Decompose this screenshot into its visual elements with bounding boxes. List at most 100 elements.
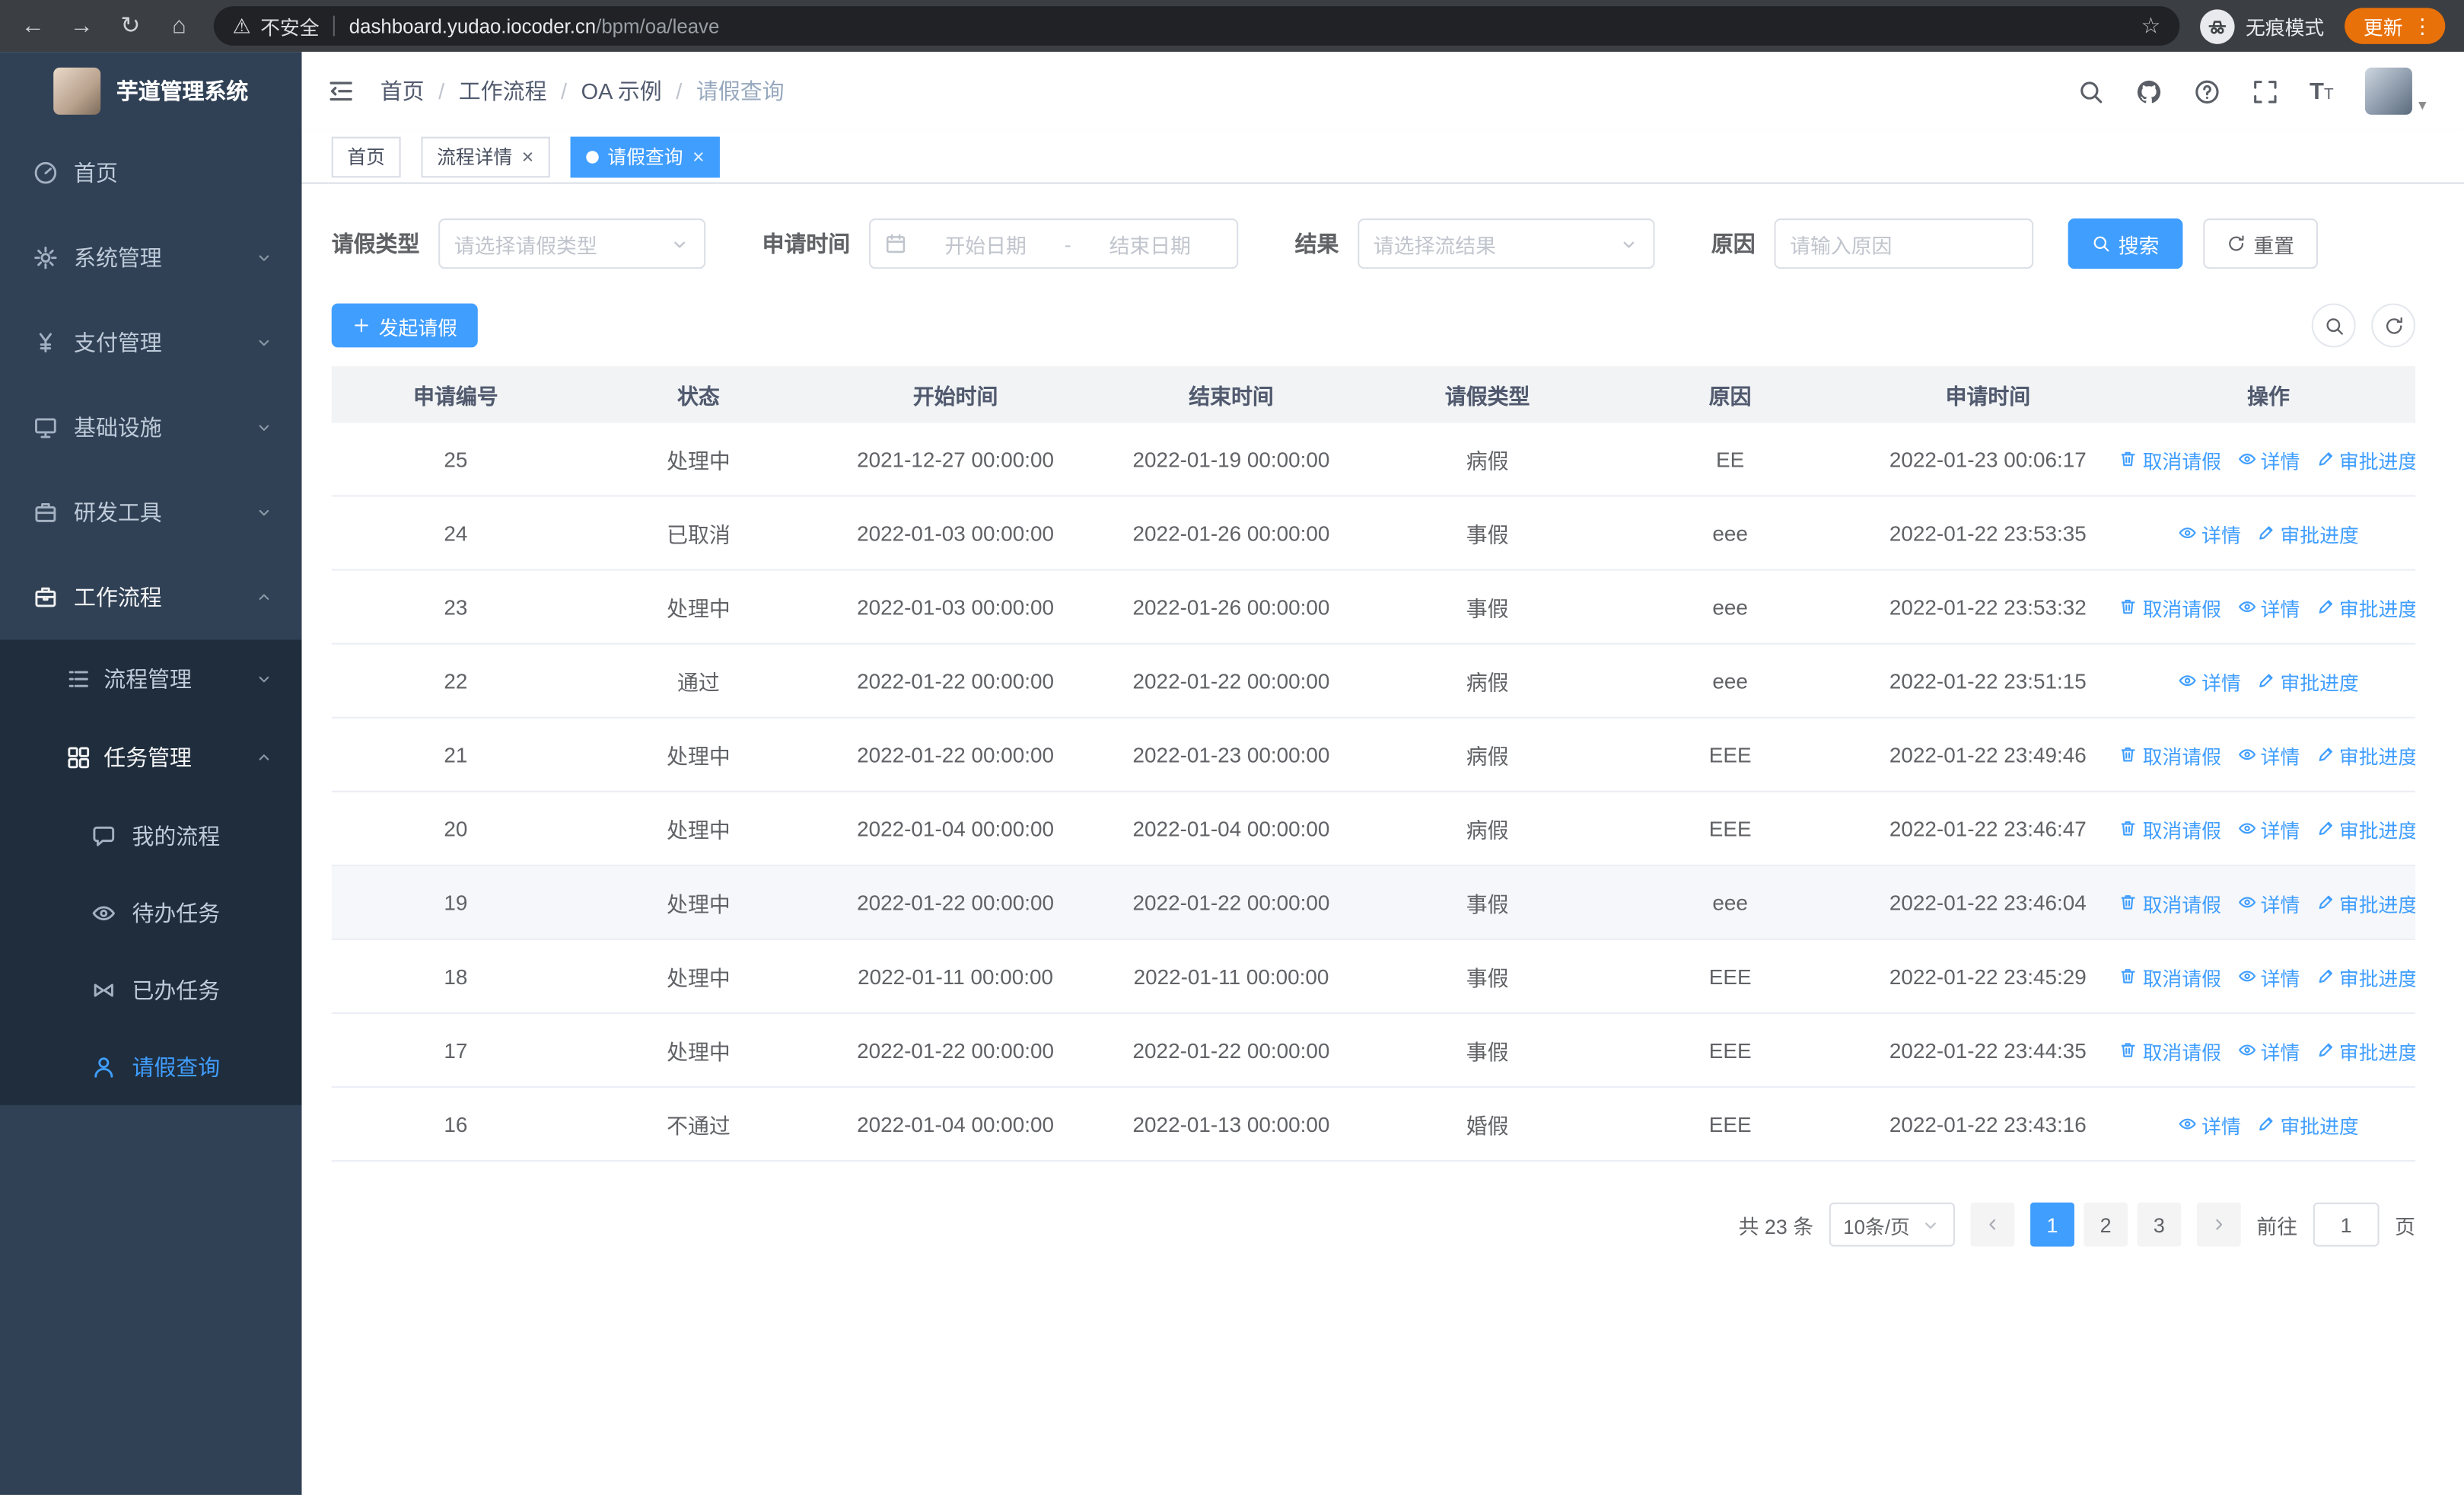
help-icon[interactable] [2193,78,2220,104]
leave-type-select[interactable]: 请选择请假类型 [438,218,706,269]
cell-status: 处理中 [667,744,731,769]
view-tab-1[interactable]: 流程详情 × [421,135,550,177]
cancel-leave-link[interactable]: 取消请假 [2121,814,2221,843]
eye-icon [91,900,116,925]
create-leave-label: 发起请假 [378,317,457,339]
top-navbar: 首页 / 工作流程 / OA 示例 / 请假查询 TT ▾ [301,52,2464,131]
sidebar-toggle-icon[interactable] [327,77,355,105]
detail-link[interactable]: 详情 [2237,444,2300,473]
toggle-search-icon[interactable] [2311,303,2356,348]
view-tab-0[interactable]: 首页 [331,135,401,177]
progress-link[interactable]: 审批进度 [2316,1035,2415,1065]
progress-link[interactable]: 审批进度 [2256,1109,2359,1139]
edit-icon [2316,819,2335,838]
progress-link[interactable]: 审批进度 [2256,518,2359,547]
user-menu[interactable]: ▾ [2364,67,2427,115]
cancel-leave-link[interactable]: 取消请假 [2121,740,2221,770]
sidebar-item-my-process[interactable]: 我的流程 [0,797,302,875]
detail-link[interactable]: 详情 [2237,1035,2300,1065]
sidebar-item-todo-tasks[interactable]: 待办任务 [0,874,302,952]
cell-start-time: 2022-01-22 00:00:00 [857,668,1055,693]
page-size-select[interactable]: 10条/页 [1829,1202,1955,1247]
tab-label: 请假查询 [607,146,683,168]
browser-menu-icon[interactable]: ⋮ [2412,14,2433,39]
progress-link[interactable]: 审批进度 [2316,740,2415,770]
cancel-leave-link[interactable]: 取消请假 [2121,961,2221,991]
create-leave-button[interactable]: 发起请假 [331,303,478,348]
detail-link[interactable]: 详情 [2237,888,2300,917]
edit-icon [2316,893,2335,912]
apply-time-range-picker[interactable]: 开始日期 - 结束日期 [869,218,1239,269]
progress-link[interactable]: 审批进度 [2316,961,2415,991]
sidebar-item-infrastructure[interactable]: 基础设施 [0,385,301,470]
goto-page-input[interactable] [2313,1202,2380,1247]
fullscreen-icon[interactable] [2252,78,2278,104]
cancel-leave-link[interactable]: 取消请假 [2121,1035,2221,1065]
reset-button[interactable]: 重置 [2203,218,2319,269]
cell-start-time: 2022-01-04 00:00:00 [857,1112,1055,1136]
browser-back-icon[interactable]: ← [19,14,47,38]
cancel-leave-link[interactable]: 取消请假 [2121,592,2221,622]
breadcrumb-item[interactable]: OA 示例 [581,75,662,107]
sidebar-item-system[interactable]: 系统管理 [0,215,301,301]
cell-apply-time: 2022-01-22 23:53:32 [1889,594,2087,619]
close-icon[interactable]: × [692,146,705,167]
result-select[interactable]: 请选择流结果 [1358,218,1655,269]
sidebar-item-workflow[interactable]: 工作流程 [0,555,301,640]
breadcrumb-separator: / [676,78,683,104]
progress-link[interactable]: 审批进度 [2256,666,2359,696]
detail-link[interactable]: 详情 [2237,961,2300,991]
reason-placeholder: 请输入原因 [1790,233,1893,257]
reason-input[interactable]: 请输入原因 [1774,218,2034,269]
progress-link[interactable]: 审批进度 [2316,592,2415,622]
cancel-leave-link[interactable]: 取消请假 [2121,444,2221,473]
cell-start-time: 2022-01-22 00:00:00 [857,742,1055,767]
sidebar-item-home[interactable]: 首页 [0,130,301,215]
progress-link[interactable]: 审批进度 [2316,814,2415,843]
sidebar-item-payment[interactable]: 支付管理 [0,300,301,385]
app-frame: 芋道管理系统 首页 系统管理 支付管理 基础设施 研发工具 工作流程 流程管理 任务管理 我的流… [0,52,2464,1495]
browser-forward-icon[interactable]: → [68,14,96,38]
breadcrumb-item[interactable]: 工作流程 [459,75,547,107]
page-button-1[interactable]: 1 [2030,1202,2074,1247]
progress-link[interactable]: 审批进度 [2316,444,2415,473]
sidebar-item-process-mgmt[interactable]: 流程管理 [0,639,302,719]
close-icon[interactable]: × [522,146,534,167]
progress-link[interactable]: 审批进度 [2316,888,2415,917]
edit-icon [2316,967,2335,986]
breadcrumb-item[interactable]: 首页 [380,75,425,107]
sidebar-item-label: 研发工具 [74,499,162,525]
cell-id: 22 [444,668,468,693]
next-page-button[interactable] [2196,1202,2241,1247]
address-bar[interactable]: ⚠ 不安全 dashboard.yudao.iocoder.cn/bpm/oa/… [213,6,2180,46]
security-chip[interactable]: ⚠ 不安全 [233,11,320,40]
page-button-2[interactable]: 2 [2084,1202,2128,1247]
bookmark-star-icon[interactable]: ☆ [2141,13,2161,40]
refresh-table-icon[interactable] [2371,303,2416,348]
browser-reload-icon[interactable]: ↻ [116,14,145,38]
cell-status: 通过 [677,671,720,695]
search-icon[interactable] [2077,78,2103,104]
incognito-icon [2200,8,2235,43]
chrome-update-button[interactable]: 更新 ⋮ [2345,8,2446,44]
detail-link[interactable]: 详情 [2178,666,2241,696]
sidebar-item-dev-tools[interactable]: 研发工具 [0,470,301,555]
page-button-3[interactable]: 3 [2137,1202,2182,1247]
detail-link[interactable]: 详情 [2237,592,2300,622]
view-tab-2[interactable]: 请假查询 × [569,135,721,177]
sidebar-item-task-mgmt[interactable]: 任务管理 [0,718,302,798]
github-icon[interactable] [2135,78,2162,104]
browser-home-icon[interactable]: ⌂ [165,14,193,38]
table-row: 19 处理中 2022-01-22 00:00:00 2022-01-22 00:00… [331,865,2416,940]
detail-link[interactable]: 详情 [2178,518,2241,547]
detail-link[interactable]: 详情 [2237,740,2300,770]
cancel-leave-link[interactable]: 取消请假 [2121,888,2221,917]
sidebar-item-done-tasks[interactable]: 已办任务 [0,951,302,1028]
detail-link[interactable]: 详情 [2237,814,2300,843]
search-button[interactable]: 搜索 [2068,218,2183,269]
sidebar-item-leave-query[interactable]: 请假查询 [0,1028,302,1105]
app-logo[interactable]: 芋道管理系统 [0,52,301,130]
prev-page-button[interactable] [1970,1202,2015,1247]
detail-link[interactable]: 详情 [2178,1109,2241,1139]
font-size-icon[interactable]: TT [2310,79,2334,103]
